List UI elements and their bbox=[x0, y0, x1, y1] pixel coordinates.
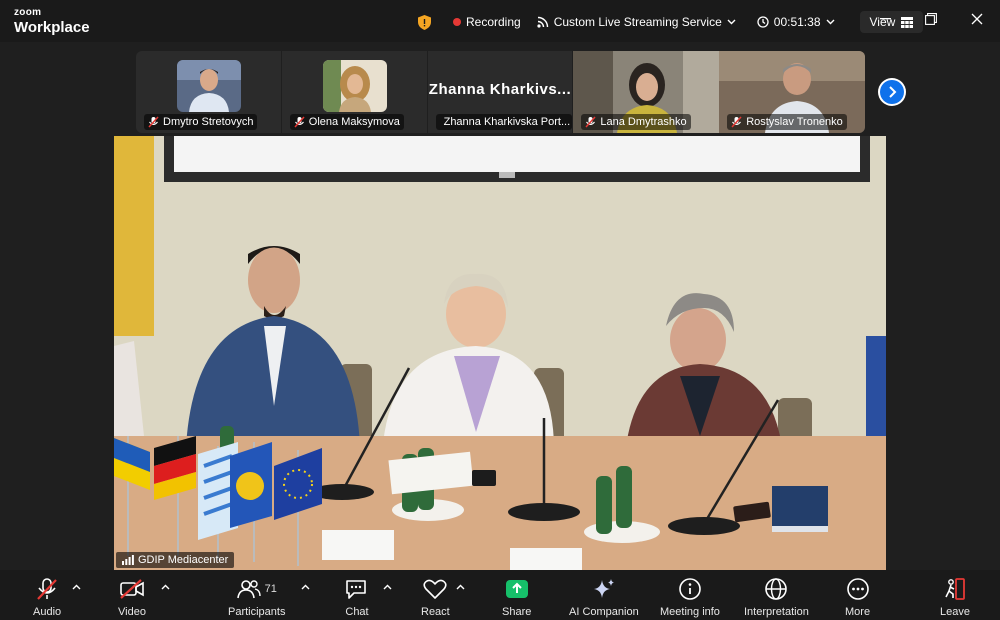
meeting-info-button[interactable]: Meeting info bbox=[660, 576, 720, 618]
participant-name: Lana Dmytrashko bbox=[600, 116, 687, 128]
logo-workplace-text: Workplace bbox=[14, 19, 90, 36]
video-button[interactable]: Video bbox=[118, 576, 146, 618]
muted-mic-icon bbox=[294, 116, 305, 128]
meeting-info-label: Meeting info bbox=[660, 606, 720, 618]
meeting-toolbar: Audio Video 71 Participants Chat React S… bbox=[0, 570, 1000, 620]
timer-label: 00:51:38 bbox=[773, 15, 821, 29]
chevron-down-icon bbox=[826, 19, 834, 25]
recording-label: Recording bbox=[466, 15, 521, 29]
participant-name: Zhanna Kharkivska Port... bbox=[443, 116, 571, 128]
meeting-timer[interactable]: 00:51:38 bbox=[757, 15, 840, 29]
share-screen-icon bbox=[505, 580, 528, 598]
participant-name: Olena Maksymova bbox=[308, 116, 400, 128]
interpretation-label: Interpretation bbox=[744, 606, 809, 618]
participant-tile[interactable]: Lana Dmytrashko bbox=[573, 51, 720, 133]
video-options-caret-icon[interactable] bbox=[161, 584, 170, 590]
speaker-video-frame bbox=[114, 136, 886, 570]
ai-companion-button[interactable]: AI Companion bbox=[569, 576, 639, 618]
stream-icon bbox=[537, 16, 548, 28]
leave-label: Leave bbox=[940, 606, 970, 618]
chevron-down-icon bbox=[727, 19, 736, 25]
leave-button[interactable]: Leave bbox=[940, 576, 970, 618]
clock-icon bbox=[757, 16, 769, 28]
participant-display-name: Zhanna Kharkivs... bbox=[428, 81, 572, 98]
chat-icon bbox=[346, 580, 366, 599]
participant-name: Dmytro Stretovych bbox=[163, 116, 254, 128]
info-icon bbox=[679, 578, 701, 600]
avatar bbox=[177, 60, 241, 112]
muted-mic-icon bbox=[585, 116, 596, 128]
sparkle-icon bbox=[593, 579, 614, 598]
recording-dot-icon bbox=[453, 18, 461, 26]
participants-label: Participants bbox=[228, 606, 286, 618]
camera-off-icon bbox=[120, 579, 144, 599]
restore-icon bbox=[925, 13, 937, 25]
interpretation-button[interactable]: Interpretation bbox=[744, 576, 809, 618]
react-button[interactable]: React bbox=[421, 576, 450, 618]
participant-tile[interactable]: Olena Maksymova bbox=[282, 51, 428, 133]
globe-icon bbox=[765, 578, 788, 600]
next-page-button[interactable] bbox=[878, 78, 906, 106]
react-options-caret-icon[interactable] bbox=[456, 584, 465, 590]
more-button[interactable]: More bbox=[845, 576, 870, 618]
live-streaming-menu[interactable]: Custom Live Streaming Service bbox=[537, 15, 741, 29]
main-video bbox=[114, 136, 886, 570]
video-name-tag: GDIP Mediacenter bbox=[116, 552, 235, 568]
muted-mic-icon bbox=[148, 116, 159, 128]
close-icon bbox=[971, 13, 983, 25]
chevron-right-icon bbox=[889, 86, 897, 98]
minimize-icon bbox=[879, 18, 891, 20]
chat-options-caret-icon[interactable] bbox=[383, 584, 392, 590]
participants-count: 71 bbox=[264, 583, 277, 595]
participants-button[interactable]: 71 Participants bbox=[228, 576, 285, 618]
close-window-button[interactable] bbox=[954, 0, 1000, 38]
participant-strip: Dmytro Stretovych Olena Maksymova Zhanna… bbox=[136, 51, 865, 133]
minimize-button[interactable] bbox=[862, 0, 908, 38]
participant-name: Rostyslav Tronenko bbox=[746, 116, 843, 128]
more-label: More bbox=[845, 606, 871, 618]
streaming-label: Custom Live Streaming Service bbox=[553, 15, 722, 29]
share-button[interactable]: Share bbox=[502, 576, 531, 618]
more-icon bbox=[846, 578, 869, 600]
heart-icon bbox=[423, 579, 447, 599]
participants-icon bbox=[236, 580, 261, 599]
app-logo: zoom Workplace bbox=[14, 7, 90, 36]
ai-companion-label: AI Companion bbox=[569, 606, 639, 618]
muted-mic-icon bbox=[731, 116, 742, 128]
share-label: Share bbox=[502, 606, 532, 618]
video-name-label: GDIP Mediacenter bbox=[138, 554, 229, 566]
title-bar: zoom Workplace Recording Custom Live Str… bbox=[0, 0, 1000, 42]
chat-label: Chat bbox=[345, 606, 369, 618]
participant-tile[interactable]: Dmytro Stretovych bbox=[136, 51, 282, 133]
logo-zoom-text: zoom bbox=[14, 7, 42, 18]
audio-button[interactable]: Audio bbox=[33, 576, 61, 618]
participants-options-caret-icon[interactable] bbox=[301, 584, 310, 590]
audio-label: Audio bbox=[33, 606, 62, 618]
react-label: React bbox=[421, 606, 450, 618]
participant-tile[interactable]: Zhanna Kharkivs... Zhanna Kharkivska Por… bbox=[428, 51, 574, 133]
audio-options-caret-icon[interactable] bbox=[72, 584, 81, 590]
recording-indicator[interactable]: Recording bbox=[453, 15, 521, 29]
microphone-muted-icon bbox=[37, 578, 57, 600]
video-label: Video bbox=[118, 606, 146, 618]
leave-door-icon bbox=[945, 578, 965, 600]
signal-bars-icon bbox=[122, 555, 134, 565]
participant-tile[interactable]: Rostyslav Tronenko bbox=[719, 51, 865, 133]
chat-button[interactable]: Chat bbox=[345, 576, 369, 618]
restore-button[interactable] bbox=[908, 0, 954, 38]
security-shield-icon[interactable] bbox=[418, 14, 431, 30]
avatar bbox=[322, 60, 387, 112]
